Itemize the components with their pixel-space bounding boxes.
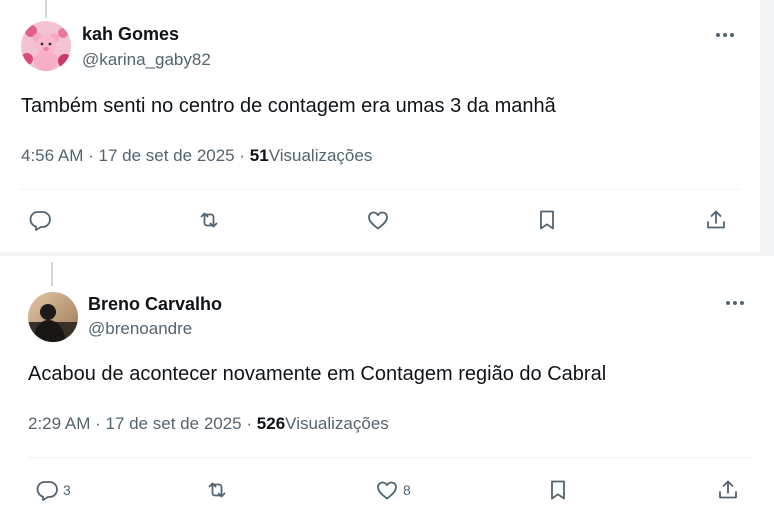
tweet-text: Acabou de acontecer novamente em Contage… <box>28 363 607 385</box>
bookmark-button[interactable] <box>535 206 559 234</box>
retweet-button[interactable] <box>197 206 221 234</box>
tweet-time[interactable]: 2:29 AM <box>28 414 90 433</box>
heart-icon <box>377 481 397 500</box>
share-icon <box>719 480 737 499</box>
more-dots-icon[interactable] <box>722 293 748 313</box>
share-icon <box>707 210 725 229</box>
tweet-time[interactable]: 4:56 AM <box>21 146 83 165</box>
tweet-date[interactable]: 17 de set de 2025 <box>99 146 235 165</box>
reply-button[interactable]: 3 <box>35 476 71 504</box>
teddy-bear-avatar-image <box>21 21 71 71</box>
thread-line <box>45 0 47 18</box>
display-name[interactable]: Breno Carvalho <box>88 294 222 315</box>
retweet-icon <box>208 482 226 498</box>
heart-icon <box>368 211 388 230</box>
views-count: 51 <box>249 146 269 165</box>
share-button[interactable] <box>716 476 740 504</box>
like-count: 8 <box>403 482 411 498</box>
share-button[interactable] <box>704 206 728 234</box>
divider <box>28 457 752 458</box>
more-dots-icon[interactable] <box>712 25 738 45</box>
thread-line <box>51 262 53 286</box>
reply-icon <box>36 481 58 501</box>
tweet-card[interactable]: Breno Carvalho @brenoandre Acabou de aco… <box>6 256 774 516</box>
meta-separator: · <box>95 414 101 433</box>
like-button[interactable]: 8 <box>375 476 411 504</box>
meta-separator: · <box>88 146 94 165</box>
tweet-text: Também senti no centro de contagem era u… <box>21 95 556 117</box>
tweet-date[interactable]: 17 de set de 2025 <box>106 414 242 433</box>
bookmark-button[interactable] <box>546 476 570 504</box>
handle[interactable]: @brenoandre <box>88 319 192 339</box>
divider <box>21 189 739 190</box>
handle[interactable]: @karina_gaby82 <box>82 50 211 70</box>
profile-photo-avatar-image <box>28 292 78 342</box>
like-button[interactable] <box>366 206 394 234</box>
avatar[interactable] <box>21 21 71 71</box>
views-label: Visualizações <box>285 414 389 433</box>
avatar[interactable] <box>28 292 78 342</box>
tweet-card[interactable]: kah Gomes @karina_gaby82 Também senti no… <box>0 0 760 252</box>
views-count: 526 <box>256 414 286 433</box>
reply-count: 3 <box>63 482 71 498</box>
meta-separator: · <box>239 146 246 165</box>
retweet-icon <box>200 212 218 228</box>
retweet-button[interactable] <box>205 476 229 504</box>
background-band-right <box>760 0 774 252</box>
bookmark-icon <box>551 480 565 500</box>
reply-button[interactable] <box>28 206 56 234</box>
meta-separator: · <box>246 414 253 433</box>
bookmark-icon <box>540 210 554 230</box>
views-label: Visualizações <box>268 146 373 165</box>
display-name[interactable]: kah Gomes <box>82 24 179 45</box>
reply-icon <box>29 211 51 231</box>
tweet-meta: 4:56 AM · 17 de set de 2025 · 51Visualiz… <box>21 146 372 166</box>
tweet-meta: 2:29 AM · 17 de set de 2025 · 526Visuali… <box>28 414 389 434</box>
